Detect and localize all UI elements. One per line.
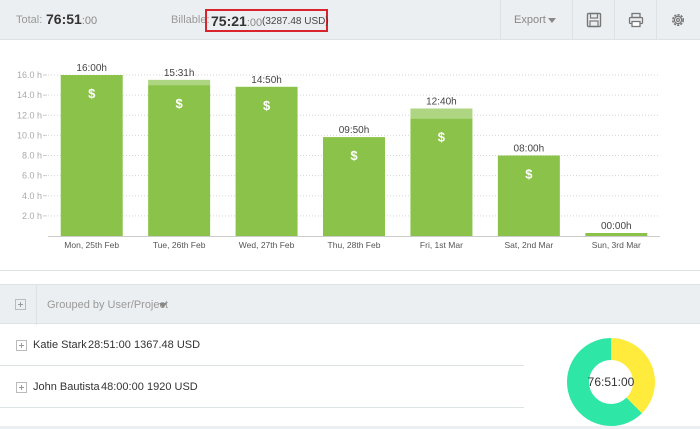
summary-bar: Total: 76:51:00 Billable: 75:21:00 (3287… <box>0 0 700 40</box>
group-header: Grouped by User/Project <box>0 284 700 325</box>
billable-value: 75:21:00 <box>211 13 262 29</box>
x-tick-label: Thu, 28th Feb <box>328 240 381 250</box>
divider <box>36 285 37 325</box>
chevron-down-icon <box>548 18 556 23</box>
total-hm: 76:51 <box>46 11 82 27</box>
daily-hours-chart: 2.0 h 4.0 h 6.0 h 8.0 h 10.0 h 12.0 h 14.0 h 16… <box>0 40 700 271</box>
export-label: Export <box>514 14 546 26</box>
billable-marker: $ <box>438 130 446 145</box>
data-label: 08:00h <box>514 144 545 155</box>
x-tick-label: Sat, 2nd Mar <box>505 240 554 250</box>
expand-all-icon[interactable] <box>15 299 26 310</box>
x-tick-label: Fri, 1st Mar <box>420 240 463 250</box>
total-value: 76:51:00 <box>46 11 97 27</box>
list-item[interactable]: Katie Stark 28:51:00 1367.48 USD <box>0 325 524 366</box>
total-label: Total: <box>16 14 43 26</box>
settings-button[interactable] <box>656 0 698 40</box>
save-icon <box>586 12 602 28</box>
data-label: 09:50h <box>339 125 370 136</box>
y-tick-label: 10.0 h <box>17 130 42 140</box>
billable-label: Billable: <box>171 14 210 26</box>
print-button[interactable] <box>614 0 656 40</box>
total-sec: :00 <box>81 15 98 27</box>
y-tick-label: 14.0 h <box>17 90 42 100</box>
x-tick-label: Wed, 27th Feb <box>239 240 295 250</box>
y-tick-label: 2.0 h <box>22 211 42 221</box>
billable-marker: $ <box>263 98 271 113</box>
bar-non-billable <box>410 108 473 119</box>
print-icon <box>628 12 644 28</box>
data-label: 14:50h <box>251 75 282 86</box>
y-tick-label: 8.0 h <box>22 151 42 161</box>
user-amount: 1920 USD <box>147 381 198 393</box>
list-item[interactable]: John Bautista 48:00:00 1920 USD <box>0 367 524 408</box>
x-tick-label: Tue, 26th Feb <box>153 240 206 250</box>
data-label: 16:00h <box>76 63 107 74</box>
bar <box>585 233 648 236</box>
y-tick-label: 4.0 h <box>22 191 42 201</box>
y-tick-label: 12.0 h <box>17 110 42 120</box>
user-amount: 1367.48 USD <box>134 339 201 351</box>
user-duration: 48:00:00 <box>101 381 144 393</box>
donut-center-label: 76:51:00 <box>588 375 635 389</box>
expand-icon[interactable] <box>16 340 27 351</box>
user-duration: 28:51:00 <box>88 339 131 351</box>
donut-chart: 76:51:00 <box>567 338 655 426</box>
data-label: 15:31h <box>164 68 195 79</box>
data-label: 00:00h <box>601 221 632 232</box>
gear-icon <box>672 14 684 26</box>
user-name: John Bautista <box>33 381 100 393</box>
user-name: Katie Stark <box>33 339 87 351</box>
y-tick-label: 16.0 h <box>17 70 42 80</box>
billable-highlight: 75:21:00 (3287.48 USD) <box>205 9 329 32</box>
expand-icon[interactable] <box>16 382 27 393</box>
billable-hm: 75:21 <box>211 13 247 29</box>
x-tick-label: Sun, 3rd Mar <box>592 240 641 250</box>
x-tick-label: Mon, 25th Feb <box>64 240 119 250</box>
export-dropdown[interactable]: Export <box>500 0 572 40</box>
billable-amount: (3287.48 USD) <box>262 16 329 27</box>
billable-sec: :00 <box>246 17 263 29</box>
billable-marker: $ <box>176 96 184 111</box>
chevron-down-icon[interactable] <box>159 303 167 308</box>
billable-marker: $ <box>88 86 96 101</box>
save-button[interactable] <box>572 0 614 40</box>
group-by-label[interactable]: Grouped by User/Project <box>47 299 168 311</box>
bar-chart: 2.0 h 4.0 h 6.0 h 8.0 h 10.0 h 12.0 h 14.0 h 16… <box>17 63 660 250</box>
billable-marker: $ <box>525 167 533 182</box>
bar-non-billable <box>148 79 211 86</box>
y-tick-label: 6.0 h <box>22 171 42 181</box>
billable-marker: $ <box>350 148 358 163</box>
data-label: 12:40h <box>426 97 457 108</box>
